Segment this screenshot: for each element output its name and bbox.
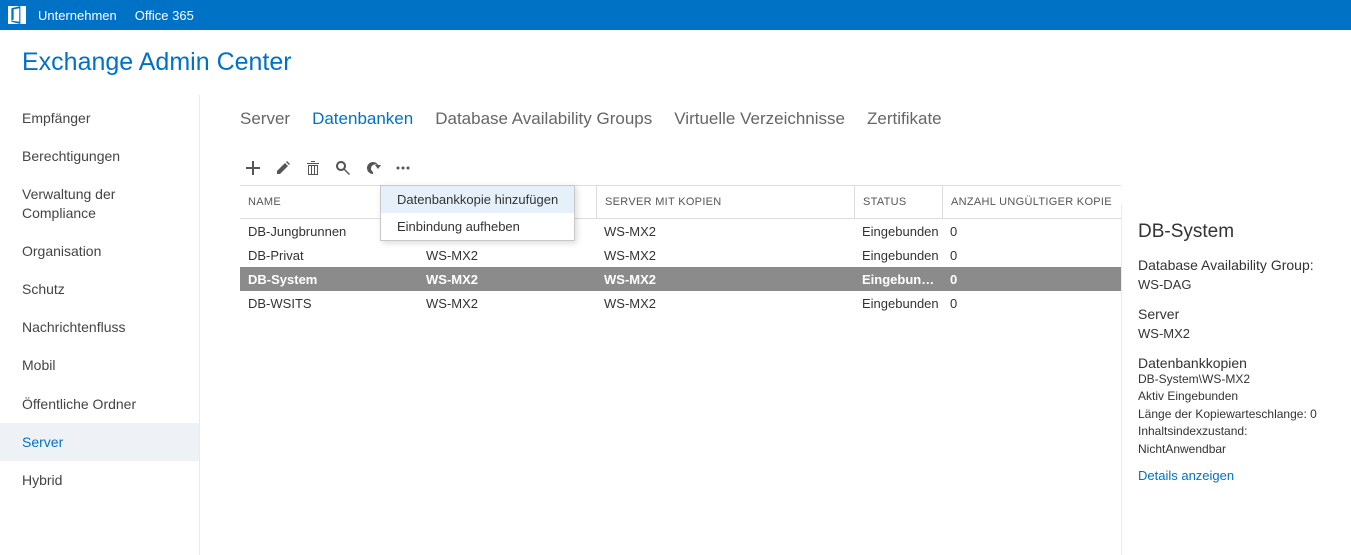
tab-bar: Server Datenbanken Database Availability G… [240,95,1121,155]
details-dag-value: WS-DAG [1138,277,1335,292]
details-queue: Länge der Kopiewarteschlange: 0 [1138,406,1335,423]
tab[interactable]: Server [240,109,290,129]
cell: WS-MX2 [596,248,854,263]
cell: Eingebund… [854,272,942,287]
cell: WS-MX2 [596,296,854,311]
sidebar-item[interactable]: Öffentliche Ordner [0,385,199,423]
cell: Eingebunden [854,248,942,263]
details-copy-name: DB-System\WS-MX2 [1138,371,1335,388]
details-pane: DB-System Database Availability Group: W… [1121,205,1351,555]
cell: 0 [942,224,1112,239]
cell: WS-MX2 [418,272,596,287]
cell: Eingebunden [854,224,942,239]
office-logo-icon [8,6,26,24]
search-icon[interactable] [334,159,352,177]
tab[interactable]: Zertifikate [867,109,942,129]
details-index: Inhaltsindexzustand: NichtAnwendbar [1138,423,1335,458]
sidebar-item[interactable]: Verwaltung der Compliance [0,175,199,231]
col-header-status[interactable]: STATUS [854,186,942,218]
details-title: DB-System [1138,221,1335,243]
table-row[interactable]: DB-JungbrunnenWS-MX2Eingebunden0 [240,219,1121,243]
details-dag-label: Database Availability Group: [1138,257,1335,273]
cell: WS-MX2 [418,296,596,311]
cell: 0 [942,272,1112,287]
database-grid: NAME SERVER MIT KOPIEN STATUS ANZAHL UNG… [240,185,1121,315]
context-menu-item[interactable]: Einbindung aufheben [381,213,574,240]
toolbar [240,155,1121,185]
grid-header: NAME SERVER MIT KOPIEN STATUS ANZAHL UNG… [240,185,1121,219]
table-row[interactable]: DB-PrivatWS-MX2WS-MX2Eingebunden0 [240,243,1121,267]
details-copies-label: Datenbankkopien [1138,355,1335,371]
sidebar-item[interactable]: Berechtigungen [0,137,199,175]
tab[interactable]: Database Availability Groups [435,109,652,129]
col-header-copies[interactable]: SERVER MIT KOPIEN [596,186,854,218]
table-row[interactable]: DB-SystemWS-MX2WS-MX2Eingebund…0 [240,267,1121,291]
edit-icon[interactable] [274,159,292,177]
sidebar-item[interactable]: Nachrichtenfluss [0,308,199,346]
sidebar: EmpfängerBerechtigungenVerwaltung der Co… [0,95,200,555]
add-icon[interactable] [244,159,262,177]
top-bar: Unternehmen Office 365 [0,0,1351,30]
cell: 0 [942,296,1112,311]
col-header-invalid[interactable]: ANZAHL UNGÜLTIGER KOPIEN [942,186,1112,218]
table-row[interactable]: DB-WSITSWS-MX2WS-MX2Eingebunden0 [240,291,1121,315]
sidebar-item[interactable]: Organisation [0,232,199,270]
sidebar-item[interactable]: Hybrid [0,461,199,499]
cell: DB-System [240,272,418,287]
page-title: Exchange Admin Center [0,30,1351,95]
sidebar-item[interactable]: Empfänger [0,99,199,137]
cell: DB-Privat [240,248,418,263]
cell: 0 [942,248,1112,263]
nav-company[interactable]: Unternehmen [38,8,117,23]
refresh-icon[interactable] [364,159,382,177]
details-server-value: WS-MX2 [1138,326,1335,341]
context-menu: Datenbankkopie hinzufügenEinbindung aufh… [380,185,575,241]
tab[interactable]: Datenbanken [312,109,413,129]
cell: DB-WSITS [240,296,418,311]
cell: WS-MX2 [418,248,596,263]
sidebar-item[interactable]: Mobil [0,346,199,384]
cell: Eingebunden [854,296,942,311]
delete-icon[interactable] [304,159,322,177]
sidebar-item[interactable]: Schutz [0,270,199,308]
tab[interactable]: Virtuelle Verzeichnisse [674,109,845,129]
details-copy-status: Aktiv Eingebunden [1138,388,1335,405]
more-icon[interactable] [394,159,412,177]
cell: WS-MX2 [596,272,854,287]
details-link[interactable]: Details anzeigen [1138,468,1234,483]
context-menu-item[interactable]: Datenbankkopie hinzufügen [381,186,574,213]
nav-office365[interactable]: Office 365 [135,8,194,23]
sidebar-item[interactable]: Server [0,423,199,461]
cell: WS-MX2 [596,224,854,239]
details-server-label: Server [1138,306,1335,322]
